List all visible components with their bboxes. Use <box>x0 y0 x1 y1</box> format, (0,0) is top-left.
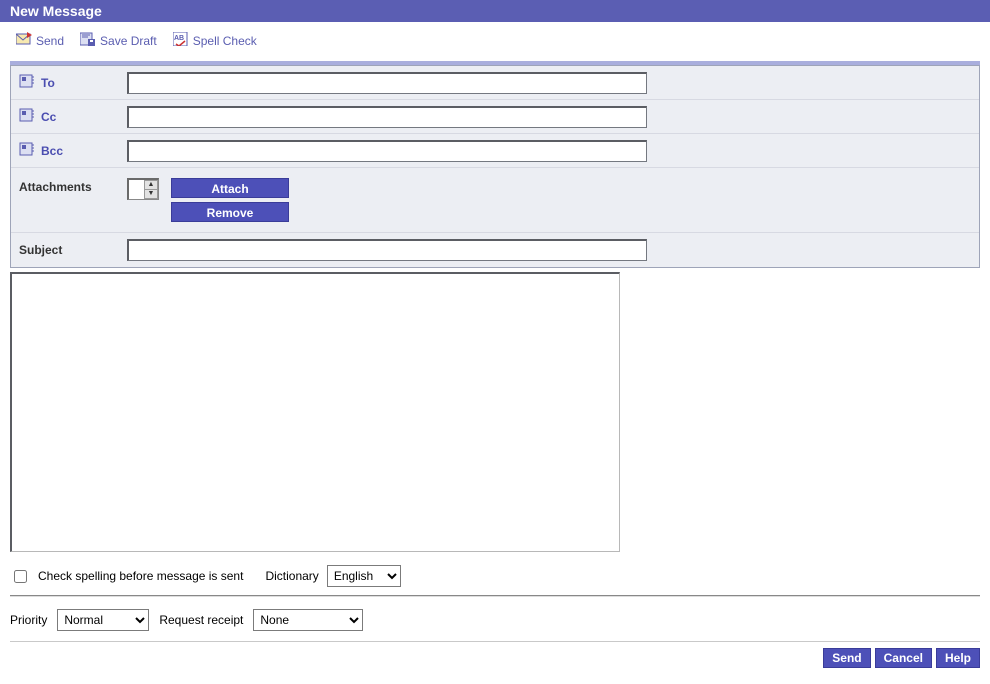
address-book-icon <box>19 74 35 91</box>
message-body-area <box>10 272 980 555</box>
compose-form: To Cc Bcc Attachments <box>10 65 980 268</box>
attachments-label: Attachments <box>19 180 92 194</box>
bcc-row: Bcc <box>11 134 979 168</box>
save-draft-icon <box>80 32 96 49</box>
footer: Send Cancel Help <box>0 642 990 676</box>
dictionary-label: Dictionary <box>265 569 318 583</box>
attach-button[interactable]: Attach <box>171 178 289 198</box>
priority-label: Priority <box>10 613 47 627</box>
mail-send-icon <box>16 32 32 49</box>
cc-label-cell[interactable]: Cc <box>11 104 127 129</box>
address-book-icon <box>19 108 35 125</box>
remove-button[interactable]: Remove <box>171 202 289 222</box>
svg-text:AB: AB <box>174 35 184 42</box>
send-button[interactable]: Send <box>16 32 64 49</box>
message-body-input[interactable] <box>10 272 620 552</box>
attachments-label-cell: Attachments <box>11 168 127 198</box>
dictionary-select[interactable]: English <box>327 565 401 587</box>
footer-send-button[interactable]: Send <box>823 648 870 668</box>
request-receipt-label: Request receipt <box>159 613 243 627</box>
subject-input[interactable] <box>127 239 647 261</box>
cc-label: Cc <box>41 110 56 124</box>
spell-check-button[interactable]: AB Spell Check <box>173 32 257 49</box>
bcc-label: Bcc <box>41 144 63 158</box>
priority-select[interactable]: Normal <box>57 609 149 631</box>
spell-options: Check spelling before message is sent Di… <box>10 565 980 595</box>
subject-label-cell: Subject <box>11 239 127 261</box>
priority-receipt-row: Priority Normal Request receipt None <box>10 609 980 641</box>
window-title: New Message <box>10 3 102 19</box>
request-receipt-select[interactable]: None <box>253 609 363 631</box>
save-draft-label: Save Draft <box>100 34 157 48</box>
scroll-down-icon[interactable]: ▼ <box>144 189 158 199</box>
to-input[interactable] <box>127 72 647 94</box>
footer-help-button[interactable]: Help <box>936 648 980 668</box>
attachments-row: Attachments ▲ ▼ Attach Remove <box>11 168 979 233</box>
title-bar: New Message <box>0 0 990 22</box>
bcc-label-cell[interactable]: Bcc <box>11 138 127 163</box>
subject-label: Subject <box>19 243 62 257</box>
to-row: To <box>11 66 979 100</box>
cc-input[interactable] <box>127 106 647 128</box>
address-book-icon <box>19 142 35 159</box>
separator <box>10 595 980 597</box>
subject-row: Subject <box>11 233 979 267</box>
bcc-input[interactable] <box>127 140 647 162</box>
footer-cancel-button[interactable]: Cancel <box>875 648 932 668</box>
save-draft-button[interactable]: Save Draft <box>80 32 157 49</box>
check-spelling-checkbox[interactable] <box>14 570 27 583</box>
to-label-cell[interactable]: To <box>11 70 127 95</box>
attachments-listbox[interactable]: ▲ ▼ <box>127 178 159 200</box>
check-spelling-label: Check spelling before message is sent <box>38 569 243 583</box>
spell-check-label: Spell Check <box>193 34 257 48</box>
cc-row: Cc <box>11 100 979 134</box>
send-label: Send <box>36 34 64 48</box>
spell-check-icon: AB <box>173 32 189 49</box>
to-label: To <box>41 76 55 90</box>
toolbar: Send Save Draft AB Spell Check <box>0 22 990 61</box>
